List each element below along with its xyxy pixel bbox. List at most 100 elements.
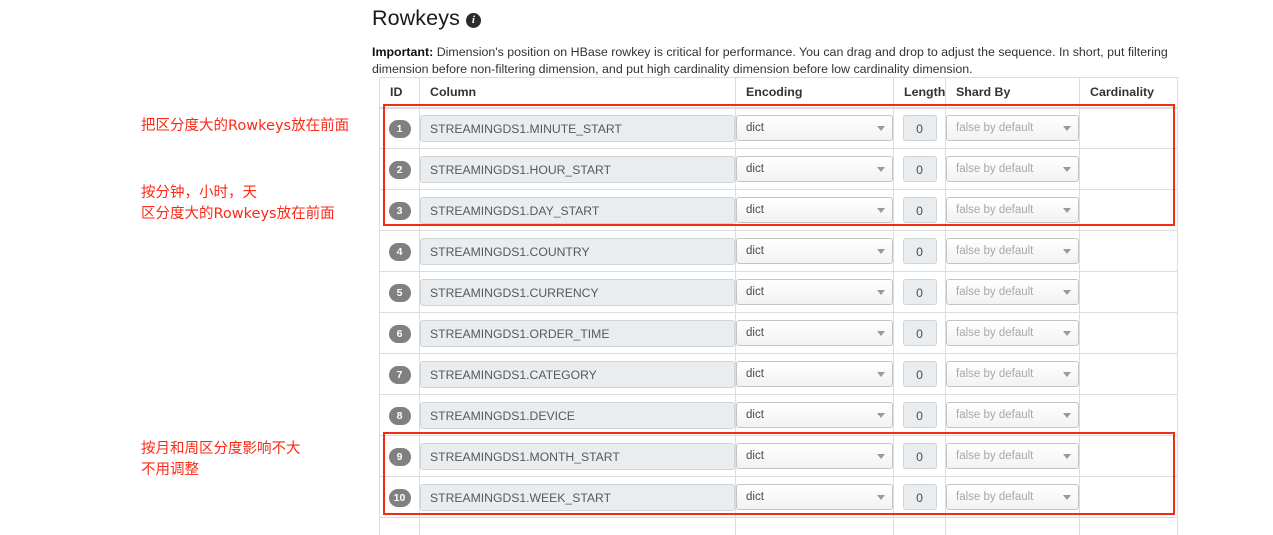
column-name-input[interactable]: STREAMINGDS1.MONTH_START bbox=[420, 442, 735, 470]
encoding-value: dict bbox=[746, 286, 764, 298]
length-cell: 0 bbox=[893, 230, 946, 272]
chevron-down-icon bbox=[877, 454, 885, 459]
row-drag-handle[interactable]: 2 bbox=[379, 148, 420, 190]
length-input[interactable]: 0 bbox=[902, 361, 937, 387]
empty-cell-encoding bbox=[735, 517, 894, 535]
chevron-down-icon bbox=[877, 290, 885, 295]
table-row[interactable]: 7 STREAMINGDS1.CATEGORY dict 0 false by defa… bbox=[379, 353, 1178, 395]
chevron-down-icon bbox=[877, 208, 885, 213]
header-shard-by: Shard By bbox=[945, 77, 1080, 109]
shard-by-value: false by default bbox=[956, 409, 1034, 421]
table-row[interactable]: 1 STREAMINGDS1.MINUTE_START dict 0 false by … bbox=[379, 107, 1178, 149]
length-input[interactable]: 0 bbox=[902, 402, 937, 428]
shard-by-cell: false by default bbox=[945, 230, 1080, 272]
length-cell: 0 bbox=[893, 148, 946, 190]
row-drag-handle[interactable]: 7 bbox=[379, 353, 420, 395]
row-drag-handle[interactable]: 5 bbox=[379, 271, 420, 313]
info-icon[interactable]: i bbox=[465, 13, 481, 28]
row-id-badge: 9 bbox=[388, 447, 411, 466]
shard-by-select[interactable]: false by default bbox=[946, 443, 1079, 469]
row-id-badge: 5 bbox=[388, 283, 411, 302]
length-input[interactable]: 0 bbox=[902, 156, 937, 182]
row-id-badge: 2 bbox=[388, 160, 411, 179]
shard-by-select[interactable]: false by default bbox=[946, 484, 1079, 510]
length-cell: 0 bbox=[893, 476, 946, 518]
encoding-cell: dict bbox=[735, 435, 894, 477]
shard-by-cell: false by default bbox=[945, 435, 1080, 477]
row-drag-handle[interactable]: 4 bbox=[379, 230, 420, 272]
column-name-input[interactable]: STREAMINGDS1.CATEGORY bbox=[420, 360, 735, 388]
table-row[interactable]: 4 STREAMINGDS1.COUNTRY dict 0 false by defau… bbox=[379, 230, 1178, 272]
column-name-input[interactable]: STREAMINGDS1.CURRENCY bbox=[420, 278, 735, 306]
encoding-select[interactable]: dict bbox=[736, 484, 893, 510]
row-drag-handle[interactable]: 8 bbox=[379, 394, 420, 436]
row-id-badge: 3 bbox=[388, 201, 411, 220]
encoding-select[interactable]: dict bbox=[736, 238, 893, 264]
column-name-input[interactable]: STREAMINGDS1.ORDER_TIME bbox=[420, 319, 735, 347]
column-name-input[interactable]: STREAMINGDS1.MINUTE_START bbox=[420, 114, 735, 142]
shard-by-select[interactable]: false by default bbox=[946, 402, 1079, 428]
chevron-down-icon bbox=[1063, 372, 1071, 377]
length-input[interactable]: 0 bbox=[902, 443, 937, 469]
empty-cell-shard bbox=[945, 517, 1080, 535]
encoding-value: dict bbox=[746, 327, 764, 339]
table-row[interactable]: 9 STREAMINGDS1.MONTH_START dict 0 false by d… bbox=[379, 435, 1178, 477]
column-name-input[interactable]: STREAMINGDS1.HOUR_START bbox=[420, 155, 735, 183]
table-row[interactable]: 6 STREAMINGDS1.ORDER_TIME dict 0 false by de… bbox=[379, 312, 1178, 354]
column-cell: STREAMINGDS1.COUNTRY bbox=[419, 230, 736, 272]
header-id: ID bbox=[379, 77, 420, 109]
shard-by-select[interactable]: false by default bbox=[946, 279, 1079, 305]
encoding-select[interactable]: dict bbox=[736, 320, 893, 346]
header-length: Length bbox=[893, 77, 946, 109]
table-row[interactable]: 10 STREAMINGDS1.WEEK_START dict 0 false by d… bbox=[379, 476, 1178, 518]
table-row[interactable]: 5 STREAMINGDS1.CURRENCY dict 0 false by defa… bbox=[379, 271, 1178, 313]
shard-by-select[interactable]: false by default bbox=[946, 320, 1079, 346]
shard-by-select[interactable]: false by default bbox=[946, 197, 1079, 223]
shard-by-select[interactable]: false by default bbox=[946, 156, 1079, 182]
column-name-input[interactable]: STREAMINGDS1.DEVICE bbox=[420, 401, 735, 429]
row-drag-handle[interactable]: 6 bbox=[379, 312, 420, 354]
empty-cell-id bbox=[379, 517, 420, 535]
chevron-down-icon bbox=[877, 331, 885, 336]
table-row[interactable]: 3 STREAMINGDS1.DAY_START dict 0 false by def… bbox=[379, 189, 1178, 231]
header-cardinality: Cardinality bbox=[1079, 77, 1178, 109]
shard-by-value: false by default bbox=[956, 491, 1034, 503]
chevron-down-icon bbox=[1063, 126, 1071, 132]
length-input[interactable]: 0 bbox=[902, 238, 937, 264]
encoding-select[interactable]: dict bbox=[736, 115, 893, 142]
shard-by-select[interactable]: false by default bbox=[946, 361, 1079, 387]
encoding-select[interactable]: dict bbox=[736, 156, 893, 182]
row-drag-handle[interactable]: 3 bbox=[379, 189, 420, 231]
encoding-select[interactable]: dict bbox=[736, 443, 893, 469]
row-id-badge: 6 bbox=[388, 324, 411, 343]
row-drag-handle[interactable]: 1 bbox=[379, 107, 420, 149]
encoding-select[interactable]: dict bbox=[736, 361, 893, 387]
annotation-note-2: 按分钟，小时，天 区分度大的Rowkeys放在前面 bbox=[141, 185, 335, 222]
encoding-value: dict bbox=[746, 204, 764, 216]
row-drag-handle[interactable]: 9 bbox=[379, 435, 420, 477]
shard-by-value: false by default bbox=[956, 163, 1034, 175]
shard-by-value: false by default bbox=[956, 245, 1034, 257]
length-input[interactable]: 0 bbox=[902, 279, 937, 305]
shard-by-select[interactable]: false by default bbox=[946, 238, 1079, 264]
encoding-cell: dict bbox=[735, 271, 894, 313]
length-input[interactable]: 0 bbox=[902, 197, 937, 223]
encoding-select[interactable]: dict bbox=[736, 197, 893, 223]
length-input[interactable]: 0 bbox=[902, 115, 937, 142]
table-row[interactable]: 8 STREAMINGDS1.DEVICE dict 0 false by defaul… bbox=[379, 394, 1178, 436]
shard-by-select[interactable]: false by default bbox=[946, 115, 1079, 142]
column-name-input[interactable]: STREAMINGDS1.COUNTRY bbox=[420, 237, 735, 265]
column-name-input[interactable]: STREAMINGDS1.WEEK_START bbox=[420, 483, 735, 511]
length-input[interactable]: 0 bbox=[902, 320, 937, 346]
encoding-select[interactable]: dict bbox=[736, 279, 893, 305]
shard-by-cell: false by default bbox=[945, 189, 1080, 231]
length-cell: 0 bbox=[893, 107, 946, 149]
encoding-select[interactable]: dict bbox=[736, 402, 893, 428]
encoding-cell: dict bbox=[735, 312, 894, 354]
row-drag-handle[interactable]: 10 bbox=[379, 476, 420, 518]
column-name-input[interactable]: STREAMINGDS1.DAY_START bbox=[420, 196, 735, 224]
shard-by-value: false by default bbox=[956, 286, 1034, 298]
table-row[interactable]: 2 STREAMINGDS1.HOUR_START dict 0 false by de… bbox=[379, 148, 1178, 190]
header-encoding: Encoding bbox=[735, 77, 894, 109]
length-input[interactable]: 0 bbox=[902, 484, 937, 510]
